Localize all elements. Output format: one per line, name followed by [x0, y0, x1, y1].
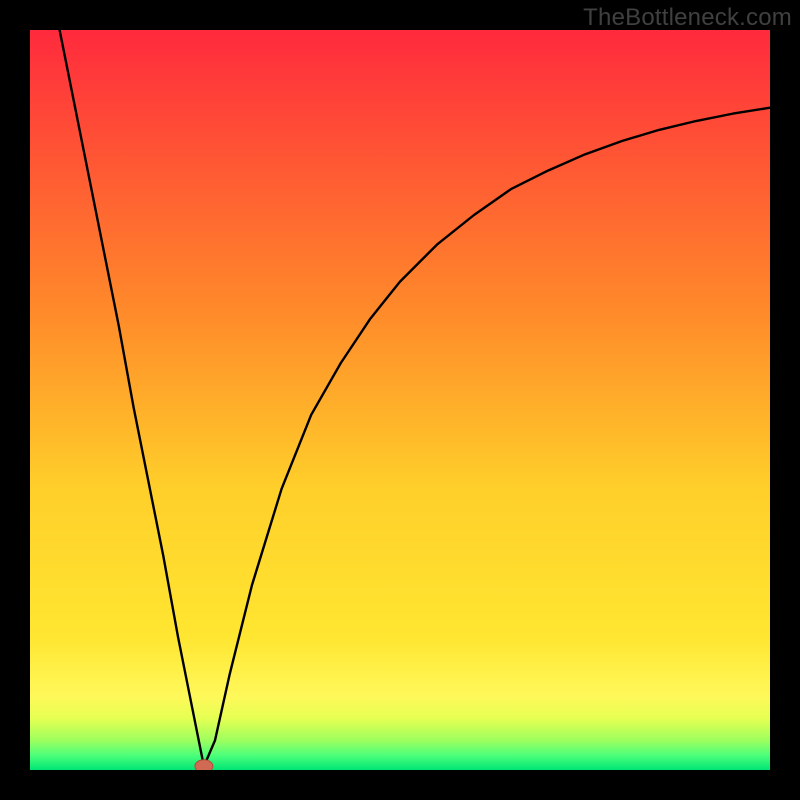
watermark-text: TheBottleneck.com — [583, 4, 792, 32]
plot-area — [30, 30, 770, 770]
minimum-marker — [195, 760, 213, 770]
chart-frame: TheBottleneck.com — [0, 0, 800, 800]
gradient-background — [30, 30, 770, 770]
chart-svg — [30, 30, 770, 770]
